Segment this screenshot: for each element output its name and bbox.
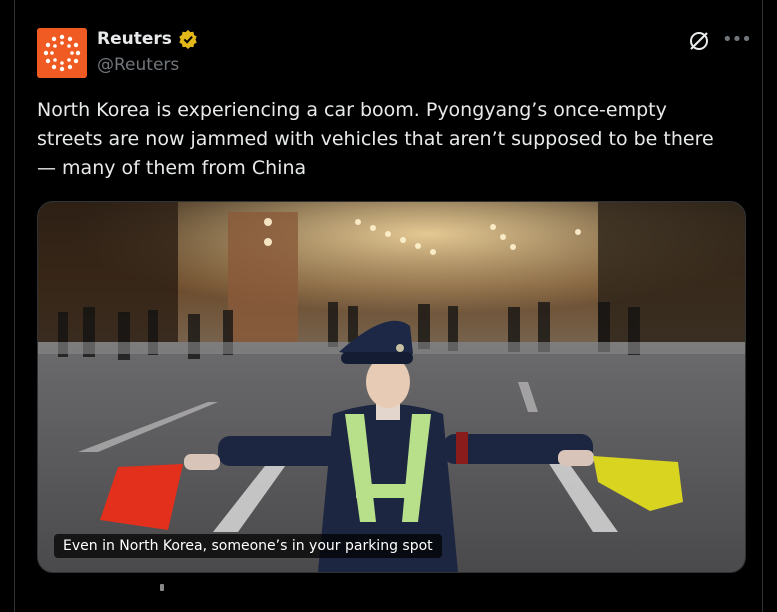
- scroll-indicator: [160, 584, 164, 591]
- grok-icon[interactable]: [688, 30, 710, 52]
- photo-traffic-officer: [38, 202, 745, 572]
- author-handle[interactable]: @Reuters: [97, 54, 179, 76]
- author-name[interactable]: Reuters: [97, 28, 172, 50]
- author-avatar[interactable]: [37, 28, 87, 78]
- tweet-text: North Korea is experiencing a car boom. …: [37, 99, 714, 179]
- verified-badge-icon: [179, 29, 197, 49]
- more-options-icon[interactable]: •••: [722, 31, 752, 51]
- timeline-border-left: [14, 0, 15, 612]
- timeline-border-right: [762, 0, 763, 612]
- tweet-media[interactable]: Even in North Korea, someone’s in your p…: [37, 201, 746, 573]
- reuters-logo-icon: [37, 28, 87, 78]
- media-caption: Even in North Korea, someone’s in your p…: [54, 534, 442, 558]
